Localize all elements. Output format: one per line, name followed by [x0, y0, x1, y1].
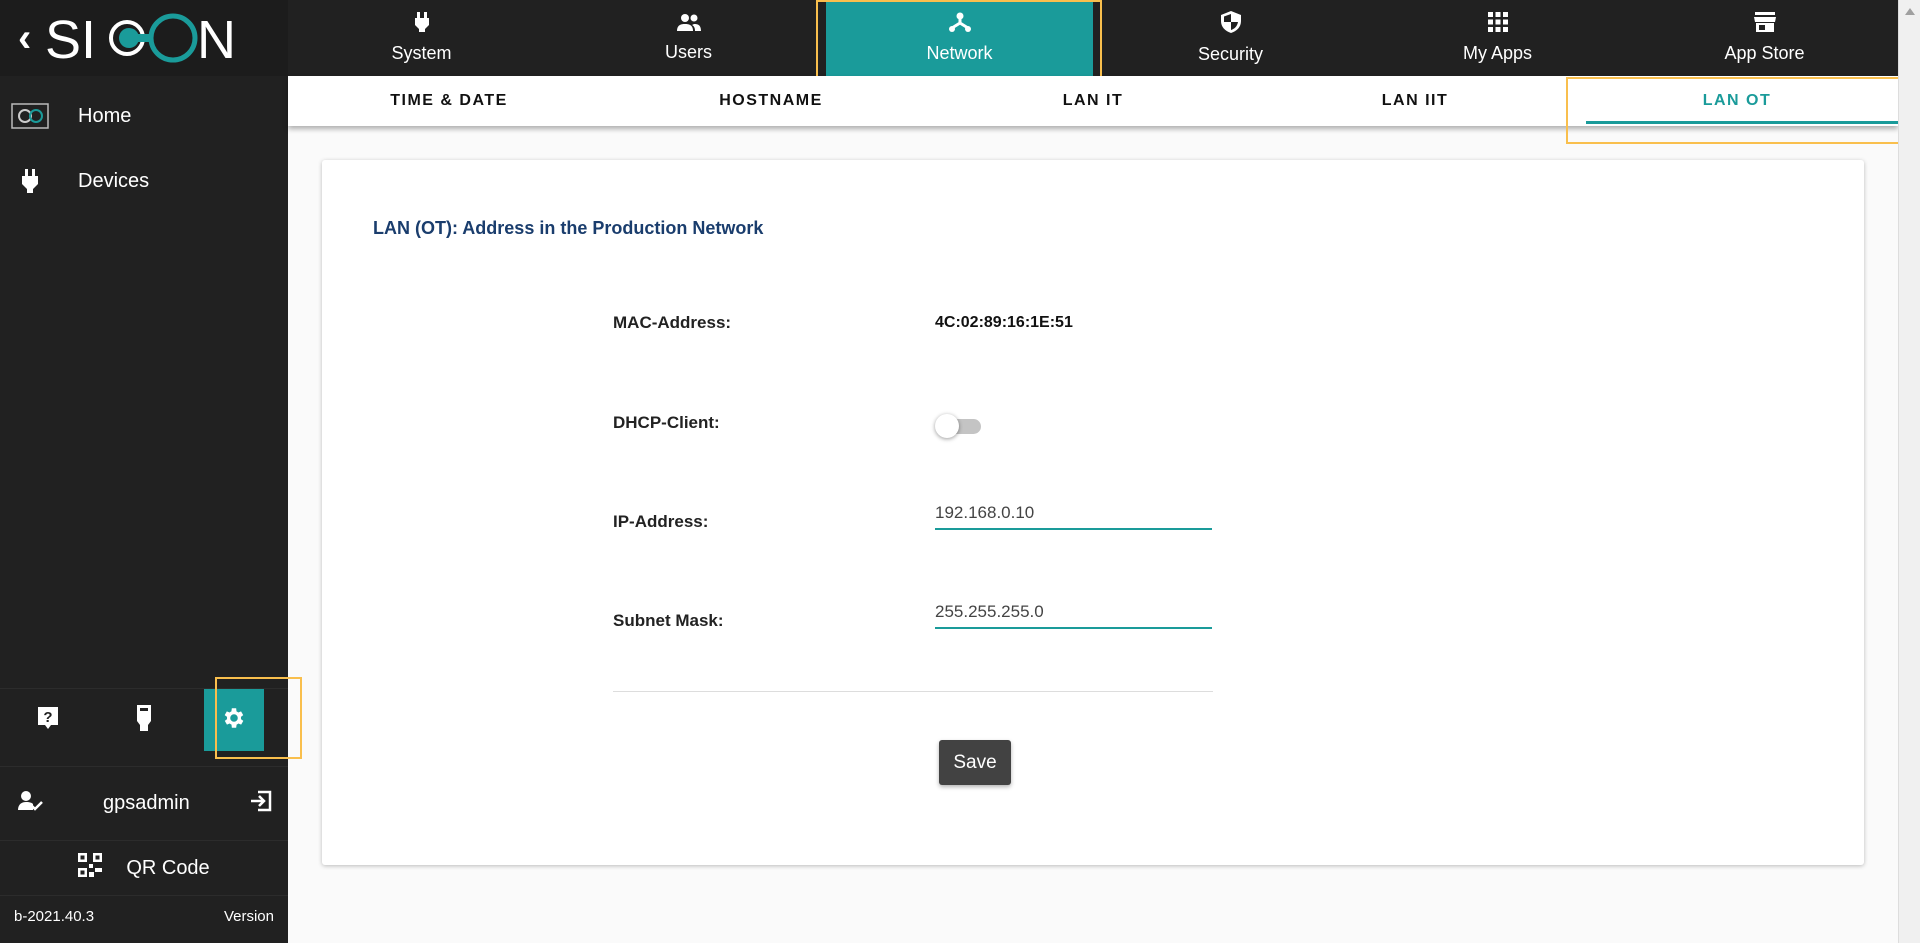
sicon-logo: SI N: [45, 10, 236, 66]
tab-users[interactable]: Users: [555, 0, 822, 76]
version-value: b-2021.40.3: [14, 908, 95, 925]
top-nav: System Users Network Security My Apps Ap…: [288, 0, 1898, 76]
username: gpsadmin: [103, 792, 190, 814]
scroll-up-icon[interactable]: [1905, 8, 1915, 15]
gear-icon: [221, 705, 247, 736]
qr-code-icon: [78, 853, 103, 883]
save-button[interactable]: Save: [939, 740, 1011, 785]
subtab-lan-it[interactable]: LAN IT: [932, 76, 1254, 126]
sidebar: ‹ SI N Home Devices ? gpsadmin QR Code b…: [0, 0, 302, 943]
qr-code-label: QR Code: [126, 856, 210, 879]
sidebar-item-label: Home: [78, 104, 132, 127]
dhcp-label: DHCP-Client:: [613, 413, 720, 432]
plug-icon: [414, 12, 429, 37]
ethernet-button[interactable]: [96, 689, 192, 751]
sicon-logo-icon: [10, 103, 50, 129]
ip-label: IP-Address:: [613, 512, 709, 531]
subtab-lan-ot[interactable]: LAN OT: [1576, 76, 1898, 126]
users-icon: [676, 13, 701, 36]
help-button[interactable]: ?: [0, 689, 96, 751]
mac-label: MAC-Address:: [613, 313, 732, 332]
subnet-mask-input[interactable]: [935, 597, 1212, 629]
logout-icon[interactable]: [249, 789, 273, 819]
settings-button[interactable]: [204, 689, 264, 751]
qr-code-button[interactable]: QR Code: [0, 840, 288, 896]
user-row: gpsadmin: [0, 766, 288, 840]
sub-tabs: TIME & DATE HOSTNAME LAN IT LAN IIT LAN …: [288, 76, 1898, 126]
sidebar-item-devices[interactable]: Devices: [0, 151, 288, 211]
subtab-lan-iit[interactable]: LAN IIT: [1254, 76, 1576, 126]
help-icon: ?: [36, 705, 60, 736]
svg-text:N: N: [197, 10, 236, 66]
mac-value: 4C:02:89:16:1E:51: [935, 314, 1073, 331]
lan-ot-card: LAN (OT): Address in the Production Netw…: [322, 160, 1864, 865]
sidebar-tools: ?: [0, 688, 288, 751]
tab-my-apps[interactable]: My Apps: [1364, 0, 1631, 76]
ip-address-input[interactable]: [935, 498, 1212, 530]
tab-security[interactable]: Security: [1097, 0, 1364, 76]
tab-label: System: [391, 43, 452, 63]
plug-icon: [10, 169, 50, 193]
version-row: b-2021.40.3 Version: [14, 908, 274, 925]
tab-label: Users: [664, 42, 712, 62]
chevron-left-icon[interactable]: ‹: [18, 16, 31, 61]
dhcp-toggle[interactable]: [935, 414, 983, 438]
card-title: LAN (OT): Address in the Production Netw…: [373, 218, 764, 238]
sidebar-item-home[interactable]: Home: [0, 86, 288, 146]
store-icon: [1753, 12, 1776, 37]
subtab-hostname[interactable]: HOSTNAME: [610, 76, 932, 126]
subtab-time-date[interactable]: TIME & DATE: [288, 76, 610, 126]
svg-text:?: ?: [43, 709, 52, 726]
tab-label: Security: [1197, 44, 1264, 64]
network-icon: [948, 12, 971, 37]
tab-label: Network: [926, 43, 993, 63]
divider: [613, 691, 1213, 692]
app: ‹ SI N Home Devices ? gpsadmin QR Code b…: [0, 0, 1920, 943]
apps-grid-icon: [1487, 12, 1508, 37]
tab-label: My Apps: [1462, 43, 1533, 63]
tab-app-store[interactable]: App Store: [1631, 0, 1898, 76]
svg-text:SI: SI: [45, 10, 96, 66]
ethernet-icon: [135, 704, 153, 736]
version-label: Version: [223, 908, 274, 925]
tab-label: App Store: [1724, 43, 1805, 63]
shield-icon: [1220, 11, 1241, 38]
user-check-icon: [18, 790, 44, 818]
sidebar-item-label: Devices: [78, 169, 150, 192]
tab-system[interactable]: System: [288, 0, 555, 76]
scrollbar[interactable]: [1898, 0, 1920, 943]
subnet-label: Subnet Mask:: [613, 611, 724, 630]
logo-bar: ‹ SI N: [0, 0, 288, 76]
tab-network[interactable]: Network: [826, 0, 1093, 76]
